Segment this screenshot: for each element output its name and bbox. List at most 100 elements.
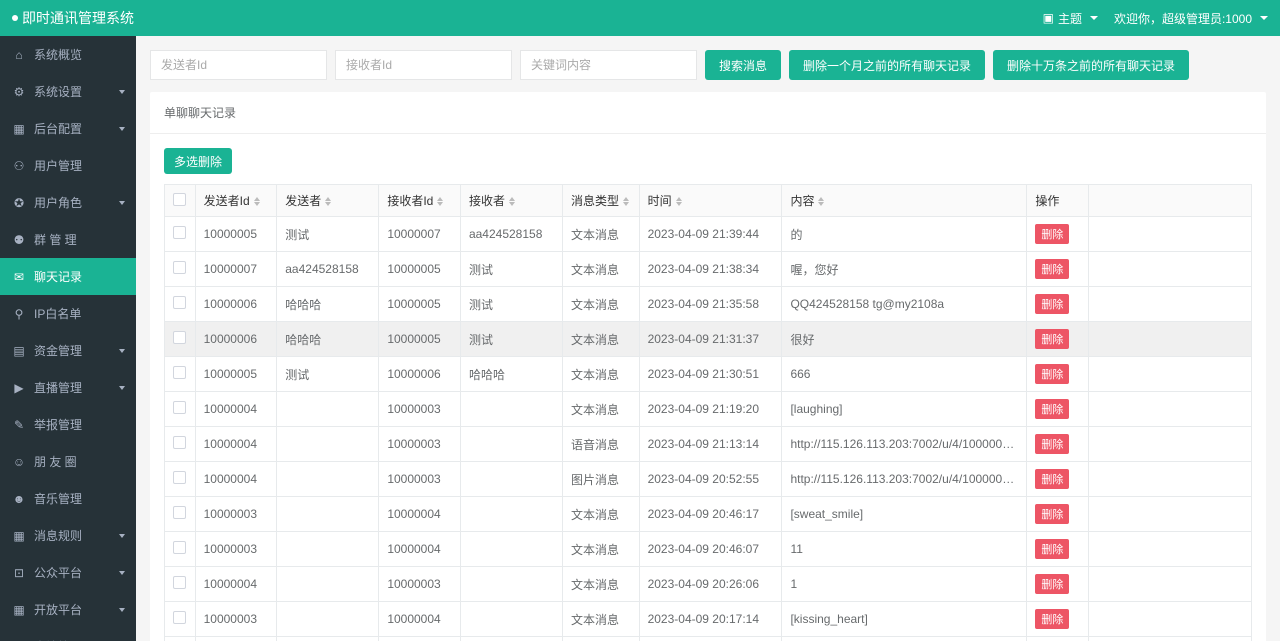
- panel: 单聊聊天记录 多选删除 发送者Id 发送者 接收者Id 接收者 消息类型: [150, 92, 1266, 641]
- row-checkbox[interactable]: [173, 506, 186, 519]
- cell-type: 文本消息: [563, 217, 640, 252]
- delete-hundredk-button[interactable]: 删除十万条之前的所有聊天记录: [993, 50, 1189, 80]
- nav-icon: ▦: [12, 603, 26, 617]
- sidebar-item[interactable]: ⚇ 用户管理: [0, 147, 136, 184]
- delete-month-button[interactable]: 删除一个月之前的所有聊天记录: [789, 50, 985, 80]
- sidebar-item[interactable]: ▦消息规则: [0, 517, 136, 554]
- sidebar-item[interactable]: ⚲IP白名单: [0, 295, 136, 332]
- delete-row-button[interactable]: 删除: [1035, 609, 1069, 629]
- row-checkbox[interactable]: [173, 331, 186, 344]
- select-all-checkbox[interactable]: [173, 193, 186, 206]
- cell-receiver-id: 10000003: [379, 392, 461, 427]
- row-checkbox[interactable]: [173, 401, 186, 414]
- cell-sender: 测试: [277, 357, 379, 392]
- sidebar-item[interactable]: ⊡公众平台: [0, 554, 136, 591]
- nav-icon: ▦: [12, 122, 26, 136]
- cell-type: 文本消息: [563, 497, 640, 532]
- nav-label: 用户管理: [34, 157, 124, 174]
- th-receiver-id[interactable]: 接收者Id: [379, 185, 461, 217]
- delete-row-button[interactable]: 删除: [1035, 574, 1069, 594]
- cell-type: 图片消息: [563, 462, 640, 497]
- logo-dot-icon: [12, 15, 18, 21]
- sidebar-item[interactable]: ⚉群 管 理: [0, 221, 136, 258]
- delete-row-button[interactable]: 删除: [1035, 504, 1069, 524]
- cell-receiver-id: 10000003: [379, 427, 461, 462]
- sidebar-item[interactable]: ☺表情管理: [0, 628, 136, 641]
- sidebar-item[interactable]: ✎举报管理: [0, 406, 136, 443]
- sidebar-item[interactable]: ☻音乐管理: [0, 480, 136, 517]
- cell-receiver-id: 10000005: [379, 252, 461, 287]
- delete-row-button[interactable]: 删除: [1035, 259, 1069, 279]
- cell-sender-id: 10000007: [195, 252, 277, 287]
- sidebar-item[interactable]: ▶直播管理: [0, 369, 136, 406]
- table-row: 10000006 哈哈哈 10000005 测试 文本消息 2023-04-09…: [165, 287, 1252, 322]
- cell-time: 2023-04-09 21:38:34: [639, 252, 782, 287]
- header-right: ▣ 主题 欢迎你，超级管理员:1000: [1043, 10, 1268, 27]
- table-row: 10000006 哈哈哈 10000005 测试 文本消息 2023-04-09…: [165, 322, 1252, 357]
- sidebar-item[interactable]: ☺朋 友 圈: [0, 443, 136, 480]
- cell-type: 文本消息: [563, 357, 640, 392]
- delete-row-button[interactable]: 删除: [1035, 539, 1069, 559]
- row-checkbox[interactable]: [173, 366, 186, 379]
- cell-receiver: [460, 532, 562, 567]
- sidebar-item[interactable]: ⚙系统设置: [0, 73, 136, 110]
- th-type[interactable]: 消息类型: [563, 185, 640, 217]
- multi-delete-button[interactable]: 多选删除: [164, 148, 232, 174]
- delete-row-button[interactable]: 删除: [1035, 329, 1069, 349]
- cell-sender: [277, 567, 379, 602]
- cell-receiver: 测试: [460, 252, 562, 287]
- keyword-input[interactable]: [520, 50, 697, 80]
- cell-receiver: [460, 497, 562, 532]
- sender-id-input[interactable]: [150, 50, 327, 80]
- sidebar-item[interactable]: ⌂系统概览: [0, 36, 136, 73]
- delete-row-button[interactable]: 删除: [1035, 294, 1069, 314]
- sidebar-item[interactable]: ✪用户角色: [0, 184, 136, 221]
- th-content[interactable]: 内容: [782, 185, 1027, 217]
- th-time[interactable]: 时间: [639, 185, 782, 217]
- th-sender[interactable]: 发送者: [277, 185, 379, 217]
- row-checkbox[interactable]: [173, 471, 186, 484]
- delete-row-button[interactable]: 删除: [1035, 364, 1069, 384]
- sidebar-item[interactable]: ▦开放平台: [0, 591, 136, 628]
- cell-extra: [1088, 357, 1251, 392]
- delete-row-button[interactable]: 删除: [1035, 469, 1069, 489]
- nav-icon: ⊡: [12, 566, 26, 580]
- th-sender-id[interactable]: 发送者Id: [195, 185, 277, 217]
- welcome-text: 欢迎你，超级管理员:1000: [1114, 10, 1252, 27]
- row-checkbox[interactable]: [173, 226, 186, 239]
- sidebar-item[interactable]: ▦后台配置: [0, 110, 136, 147]
- search-button[interactable]: 搜索消息: [705, 50, 781, 80]
- row-checkbox[interactable]: [173, 541, 186, 554]
- row-checkbox[interactable]: [173, 296, 186, 309]
- delete-row-button[interactable]: 删除: [1035, 399, 1069, 419]
- row-checkbox[interactable]: [173, 576, 186, 589]
- cell-extra: [1088, 637, 1251, 641]
- cell-time: 2023-04-09 21:31:37: [639, 322, 782, 357]
- nav-icon: ✉: [12, 270, 26, 284]
- user-dropdown[interactable]: 欢迎你，超级管理员:1000: [1114, 10, 1268, 27]
- row-checkbox[interactable]: [173, 261, 186, 274]
- nav-icon: ✪: [12, 196, 26, 210]
- cell-sender: 测试: [277, 217, 379, 252]
- cell-type: 文本消息: [563, 567, 640, 602]
- delete-row-button[interactable]: 删除: [1035, 224, 1069, 244]
- cell-sender: 哈哈哈: [277, 287, 379, 322]
- receiver-id-input[interactable]: [335, 50, 512, 80]
- delete-row-button[interactable]: 删除: [1035, 434, 1069, 454]
- table-row: 10000007 aa424528158 10000005 测试 文本消息 20…: [165, 252, 1252, 287]
- th-receiver[interactable]: 接收者: [460, 185, 562, 217]
- sidebar-item[interactable]: ✉聊天记录: [0, 258, 136, 295]
- table-row: 10000003 10000004 文本消息 2023-04-09 20:46:…: [165, 497, 1252, 532]
- nav-icon: ⚇: [12, 159, 26, 173]
- cell-time: 2023-04-09 21:30:51: [639, 357, 782, 392]
- chevron-down-icon: [119, 90, 125, 94]
- cell-type: 文本消息: [563, 287, 640, 322]
- logo: 即时通讯管理系统: [12, 8, 134, 28]
- cell-receiver: [460, 427, 562, 462]
- theme-switcher[interactable]: ▣ 主题: [1043, 10, 1098, 27]
- row-checkbox[interactable]: [173, 436, 186, 449]
- sidebar-item[interactable]: ▤资金管理: [0, 332, 136, 369]
- cell-extra: [1088, 532, 1251, 567]
- row-checkbox[interactable]: [173, 611, 186, 624]
- cell-extra: [1088, 252, 1251, 287]
